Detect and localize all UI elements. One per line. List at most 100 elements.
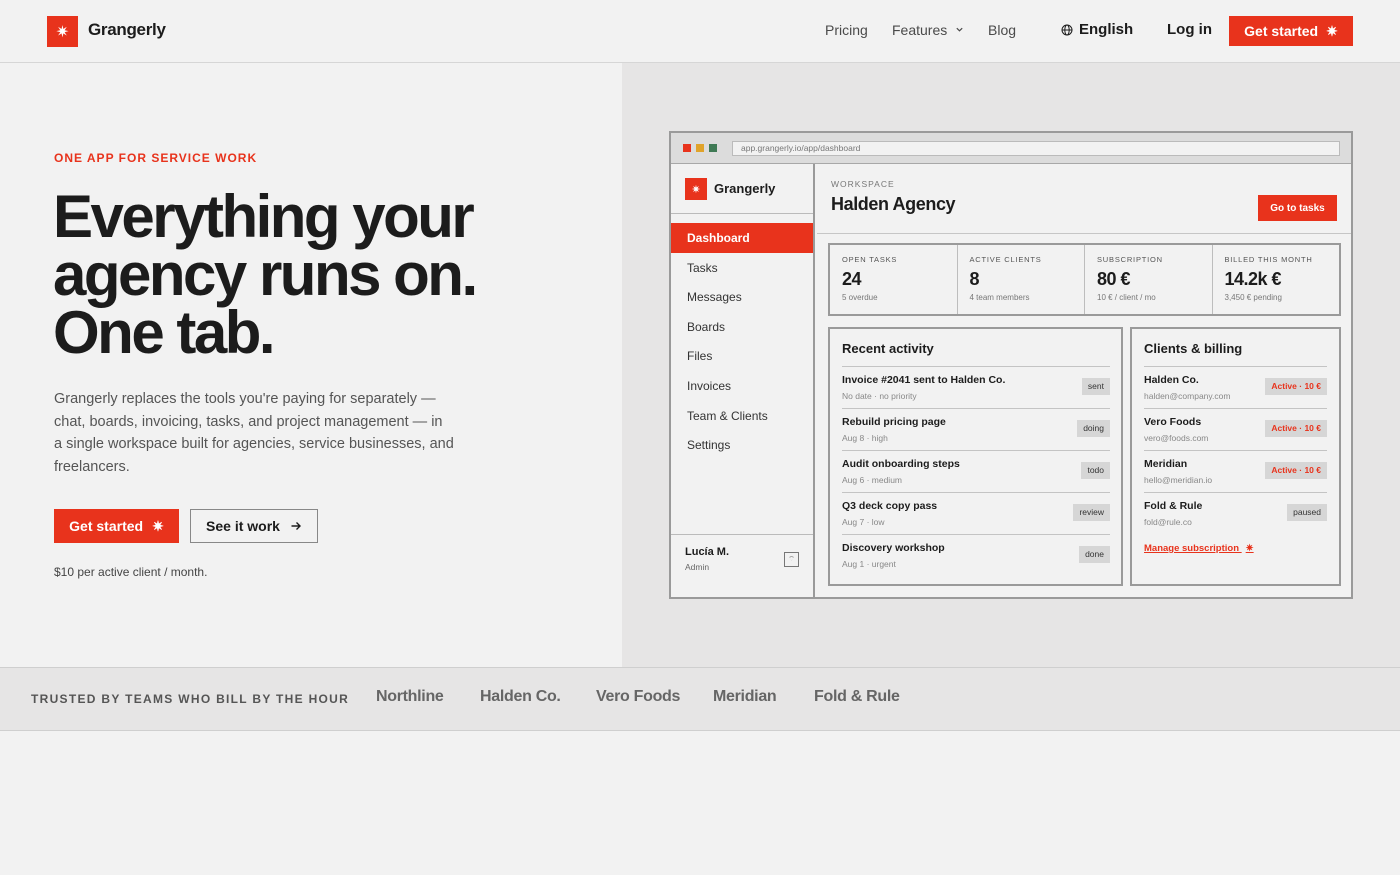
app-preview-window: app.grangerly.io/app/dashboard ✷ Granger… <box>669 131 1353 599</box>
browser-bar: app.grangerly.io/app/dashboard <box>671 133 1351 164</box>
user-menu-icon[interactable]: ⌔ <box>784 552 799 567</box>
stats-row: OPEN TASKS 24 5 overdue ACTIVE CLIENTS 8… <box>828 243 1341 316</box>
manage-subscription-label: Manage subscription <box>1144 543 1240 554</box>
activity-row[interactable]: Q3 deck copy pass Aug 7 · low review <box>842 492 1110 534</box>
sidebar-item-messages[interactable]: Messages <box>671 282 813 312</box>
stat-value: 24 <box>842 269 862 289</box>
stat-label: BILLED THIS MONTH <box>1224 255 1313 264</box>
recent-activity-panel: Recent activity Invoice #2041 sent to Ha… <box>828 327 1123 586</box>
sparkle-icon: ✷ <box>152 517 164 534</box>
chevron-down-icon <box>956 27 963 32</box>
nav-pricing-link[interactable]: Pricing <box>825 22 868 38</box>
status-badge: done <box>1079 546 1110 563</box>
sidebar-item-team-clients[interactable]: Team & Clients <box>671 401 813 431</box>
address-bar[interactable]: app.grangerly.io/app/dashboard <box>732 141 1340 156</box>
activity-row[interactable]: Discovery workshop Aug 1 · urgent done <box>842 534 1110 576</box>
hero-get-started-label: Get started <box>69 518 144 534</box>
language-selector[interactable]: English <box>1061 21 1133 38</box>
stat-label: ACTIVE CLIENTS <box>969 255 1042 264</box>
client-row[interactable]: Meridian hello@meridian.io Active · 10 € <box>1144 450 1327 492</box>
status-badge: todo <box>1081 462 1110 479</box>
stat-value: 80 € <box>1097 269 1131 289</box>
activity-title: Q3 deck copy pass <box>842 500 938 512</box>
activity-meta: Aug 1 · urgent <box>842 559 896 569</box>
sidebar-item-invoices[interactable]: Invoices <box>671 371 813 401</box>
client-email: vero@foods.com <box>1144 433 1209 443</box>
client-row[interactable]: Fold & Rule fold@rule.co paused <box>1144 492 1327 534</box>
client-row[interactable]: Halden Co. halden@company.com Active · 1… <box>1144 366 1327 408</box>
client-name: Halden Co. <box>1144 374 1199 386</box>
customer-logo-meridian: Meridian <box>713 688 777 705</box>
window-dot-green <box>709 144 717 152</box>
hero-headline-line-1: Everything your <box>53 183 475 250</box>
client-email: halden@company.com <box>1144 391 1231 401</box>
customer-logo-fold-rule: Fold & Rule <box>814 688 900 705</box>
trusted-by-band: TRUSTED BY TEAMS WHO BILL BY THE HOUR No… <box>0 667 1400 731</box>
sidebar-item-boards[interactable]: Boards <box>671 312 813 342</box>
hero-lead: Grangerly replaces the tools you're payi… <box>54 391 454 475</box>
activity-meta: Aug 8 · high <box>842 433 888 443</box>
hero-get-started-button[interactable]: Get started ✷ <box>54 509 179 543</box>
hero-headline: Everything your agency runs on. One tab. <box>53 183 613 366</box>
stat-value: 8 <box>969 269 980 289</box>
manage-subscription-link[interactable]: Manage subscription ✷ <box>1144 543 1254 554</box>
sidebar-item-dashboard[interactable]: Dashboard <box>671 223 813 253</box>
sidebar-divider <box>671 213 813 214</box>
activity-row[interactable]: Rebuild pricing page Aug 8 · high doing <box>842 408 1110 450</box>
sidebar-item-settings[interactable]: Settings <box>671 430 813 460</box>
login-link[interactable]: Log in <box>1167 21 1212 38</box>
sparkle-icon: ✷ <box>1326 22 1338 39</box>
activity-title: Rebuild pricing page <box>842 416 946 428</box>
brand-name[interactable]: Grangerly <box>88 20 166 40</box>
stat-sub: 10 € / client / mo <box>1097 293 1156 302</box>
stat-value: 14.2k € <box>1224 269 1282 289</box>
sidebar-item-tasks[interactable]: Tasks <box>671 253 813 283</box>
pricing-note: $10 per active client / month. <box>54 565 208 579</box>
customer-logo-northline: Northline <box>376 688 444 705</box>
customer-logo-vero-foods: Vero Foods <box>596 688 681 705</box>
stat-subscription: SUBSCRIPTION 80 € 10 € / client / mo <box>1085 245 1213 314</box>
activity-row[interactable]: Audit onboarding steps Aug 6 · medium to… <box>842 450 1110 492</box>
activity-meta: No date · no priority <box>842 391 917 401</box>
status-badge: paused <box>1287 504 1327 521</box>
nav-features-link[interactable]: Features <box>892 22 964 38</box>
activity-meta: Aug 6 · medium <box>842 475 902 485</box>
header-get-started-button[interactable]: Get started ✷ <box>1229 16 1353 46</box>
see-it-work-button[interactable]: See it work <box>190 509 318 543</box>
window-dot-red <box>683 144 691 152</box>
clients-billing-title: Clients & billing <box>1144 341 1243 356</box>
arrow-right-icon <box>291 522 301 530</box>
client-email: fold@rule.co <box>1144 517 1192 527</box>
dashboard-main: WORKSPACE Halden Agency Go to tasks OPEN… <box>817 164 1351 599</box>
hero-headline-line-2: agency runs on. <box>53 241 478 308</box>
see-it-work-label: See it work <box>206 518 280 534</box>
stat-sub: 3,450 € pending <box>1224 293 1282 302</box>
activity-row[interactable]: Invoice #2041 sent to Halden Co. No date… <box>842 366 1110 408</box>
client-row[interactable]: Vero Foods vero@foods.com Active · 10 € <box>1144 408 1327 450</box>
stat-sub: 4 team members <box>969 293 1030 302</box>
hero-eyebrow: ONE APP FOR SERVICE WORK <box>54 151 258 165</box>
nav-features-label: Features <box>892 22 948 38</box>
stat-label: SUBSCRIPTION <box>1097 255 1163 264</box>
user-name: Lucía M. <box>685 546 730 558</box>
sidebar-item-files[interactable]: Files <box>671 341 813 371</box>
app-sidebar: ✷ Grangerly Dashboard Tasks Messages Boa… <box>671 164 815 599</box>
client-email: hello@meridian.io <box>1144 475 1213 485</box>
recent-activity-title: Recent activity <box>842 341 934 356</box>
activity-title: Discovery workshop <box>842 542 945 554</box>
client-name: Meridian <box>1144 458 1188 470</box>
stat-sub: 5 overdue <box>842 293 878 302</box>
app-logo-icon: ✷ <box>685 178 707 200</box>
hero-headline-line-3: One tab. <box>53 299 276 366</box>
status-badge: review <box>1073 504 1110 521</box>
brand-logo-icon[interactable]: ✷ <box>47 16 78 47</box>
globe-icon <box>1061 24 1073 35</box>
status-badge: Active · 10 € <box>1265 420 1327 437</box>
go-to-tasks-button[interactable]: Go to tasks <box>1258 195 1337 221</box>
stat-active-clients: ACTIVE CLIENTS 8 4 team members <box>958 245 1085 314</box>
nav-blog-link[interactable]: Blog <box>988 22 1016 38</box>
window-dot-yellow <box>696 144 704 152</box>
app-brand: Grangerly <box>714 181 776 196</box>
main-divider <box>817 233 1351 234</box>
stat-billed-this-month: BILLED THIS MONTH 14.2k € 3,450 € pendin… <box>1213 245 1340 314</box>
